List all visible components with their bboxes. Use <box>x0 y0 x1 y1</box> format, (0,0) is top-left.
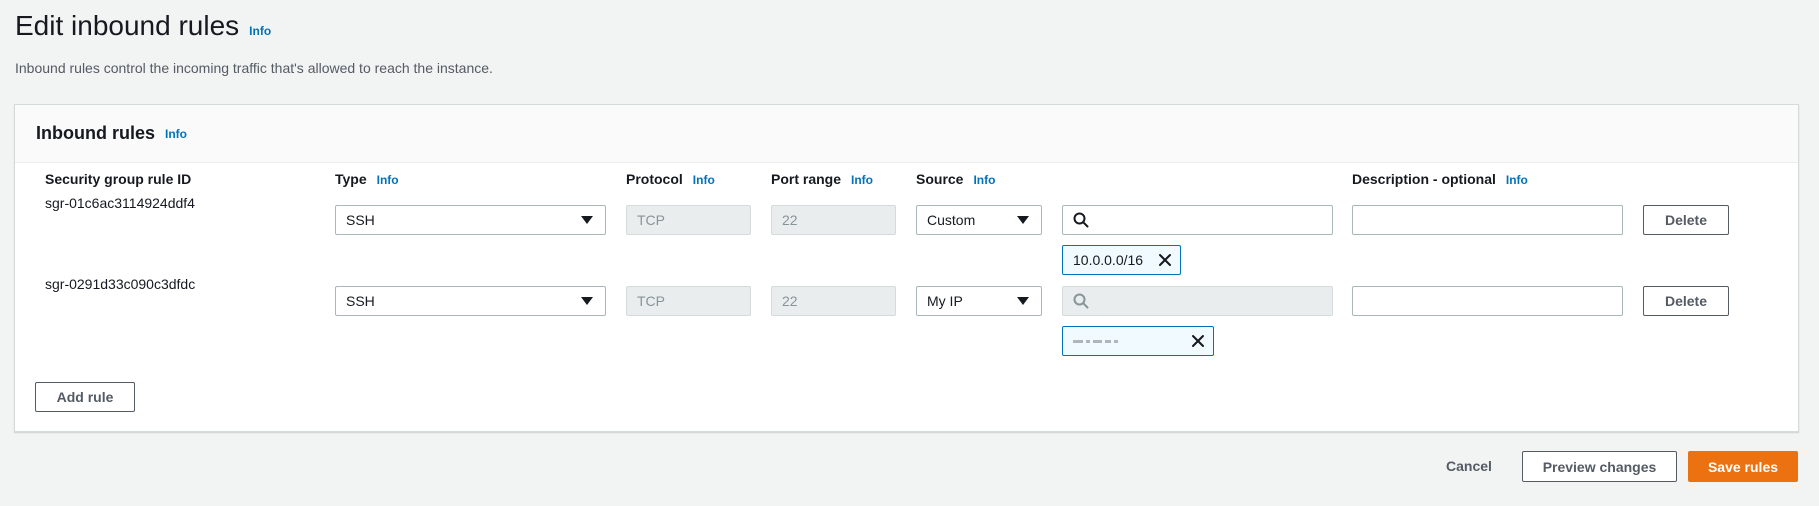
page-title: Edit inbound rules <box>15 10 240 41</box>
source-info-link[interactable]: Info <box>973 173 995 187</box>
redacted-ip <box>1073 336 1118 346</box>
search-icon <box>1073 293 1089 309</box>
column-label-type: Type <box>335 171 367 187</box>
cancel-button[interactable]: Cancel <box>1446 458 1492 474</box>
column-header-description: Description - optional Info <box>1352 171 1528 187</box>
close-icon[interactable] <box>1191 334 1205 348</box>
description-input[interactable] <box>1353 287 1622 315</box>
port-range-value: 22 <box>782 212 798 228</box>
port-range-field: 22 <box>771 286 896 316</box>
column-header-type: Type Info <box>335 171 399 187</box>
column-header-protocol: Protocol Info <box>626 171 715 187</box>
rule-id: sgr-0291d33c090c3dfdc <box>45 276 196 292</box>
type-select[interactable]: SSH <box>335 205 606 235</box>
source-select[interactable]: My IP <box>916 286 1042 316</box>
inbound-rules-panel: Inbound rules Info Security group rule I… <box>14 104 1799 432</box>
column-header-port-range: Port range Info <box>771 171 873 187</box>
source-select-value: Custom <box>927 212 976 228</box>
source-select[interactable]: Custom <box>916 205 1042 235</box>
add-rule-button[interactable]: Add rule <box>35 382 135 412</box>
close-icon[interactable] <box>1158 253 1172 267</box>
protocol-value: TCP <box>637 212 665 228</box>
protocol-info-link[interactable]: Info <box>693 173 715 187</box>
source-search-field <box>1062 286 1333 316</box>
description-input[interactable] <box>1353 206 1622 234</box>
port-range-info-link[interactable]: Info <box>851 173 873 187</box>
panel-info-link[interactable]: Info <box>165 127 187 141</box>
source-token <box>1062 326 1214 356</box>
column-header-source: Source Info <box>916 171 995 187</box>
protocol-value: TCP <box>637 293 665 309</box>
type-select-value: SSH <box>346 212 375 228</box>
caret-down-icon <box>581 297 593 305</box>
column-label-rule-id: Security group rule ID <box>45 171 192 187</box>
column-label-port-range: Port range <box>771 171 842 187</box>
preview-changes-button[interactable]: Preview changes <box>1522 451 1677 482</box>
caret-down-icon <box>1017 216 1029 224</box>
type-info-link[interactable]: Info <box>377 173 399 187</box>
caret-down-icon <box>1017 297 1029 305</box>
port-range-value: 22 <box>782 293 798 309</box>
column-label-source: Source <box>916 171 964 187</box>
type-select-value: SSH <box>346 293 375 309</box>
source-select-value: My IP <box>927 293 963 309</box>
column-label-description: Description - optional <box>1352 171 1496 187</box>
description-info-link[interactable]: Info <box>1506 173 1528 187</box>
type-select[interactable]: SSH <box>335 286 606 316</box>
source-token-label: 10.0.0.0/16 <box>1073 252 1144 268</box>
source-search-input <box>1097 293 1297 309</box>
search-icon <box>1073 212 1089 228</box>
source-search-input[interactable] <box>1097 212 1297 228</box>
protocol-field: TCP <box>626 286 751 316</box>
page-description: Inbound rules control the incoming traff… <box>15 60 493 76</box>
protocol-field: TCP <box>626 205 751 235</box>
rule-id: sgr-01c6ac3114924ddf4 <box>45 195 195 211</box>
source-token: 10.0.0.0/16 <box>1062 245 1181 275</box>
panel-header: Inbound rules Info <box>15 105 1798 163</box>
page-info-link[interactable]: Info <box>249 24 271 38</box>
port-range-field: 22 <box>771 205 896 235</box>
save-rules-button[interactable]: Save rules <box>1688 451 1798 482</box>
caret-down-icon <box>581 216 593 224</box>
delete-rule-button[interactable]: Delete <box>1643 205 1729 235</box>
column-header-rule-id: Security group rule ID <box>45 171 191 187</box>
description-field[interactable] <box>1352 205 1623 235</box>
column-label-protocol: Protocol <box>626 171 683 187</box>
page-header: Edit inbound rules Info <box>15 10 271 42</box>
delete-rule-button[interactable]: Delete <box>1643 286 1729 316</box>
panel-title: Inbound rules <box>36 123 155 143</box>
description-field[interactable] <box>1352 286 1623 316</box>
source-search-field[interactable] <box>1062 205 1333 235</box>
